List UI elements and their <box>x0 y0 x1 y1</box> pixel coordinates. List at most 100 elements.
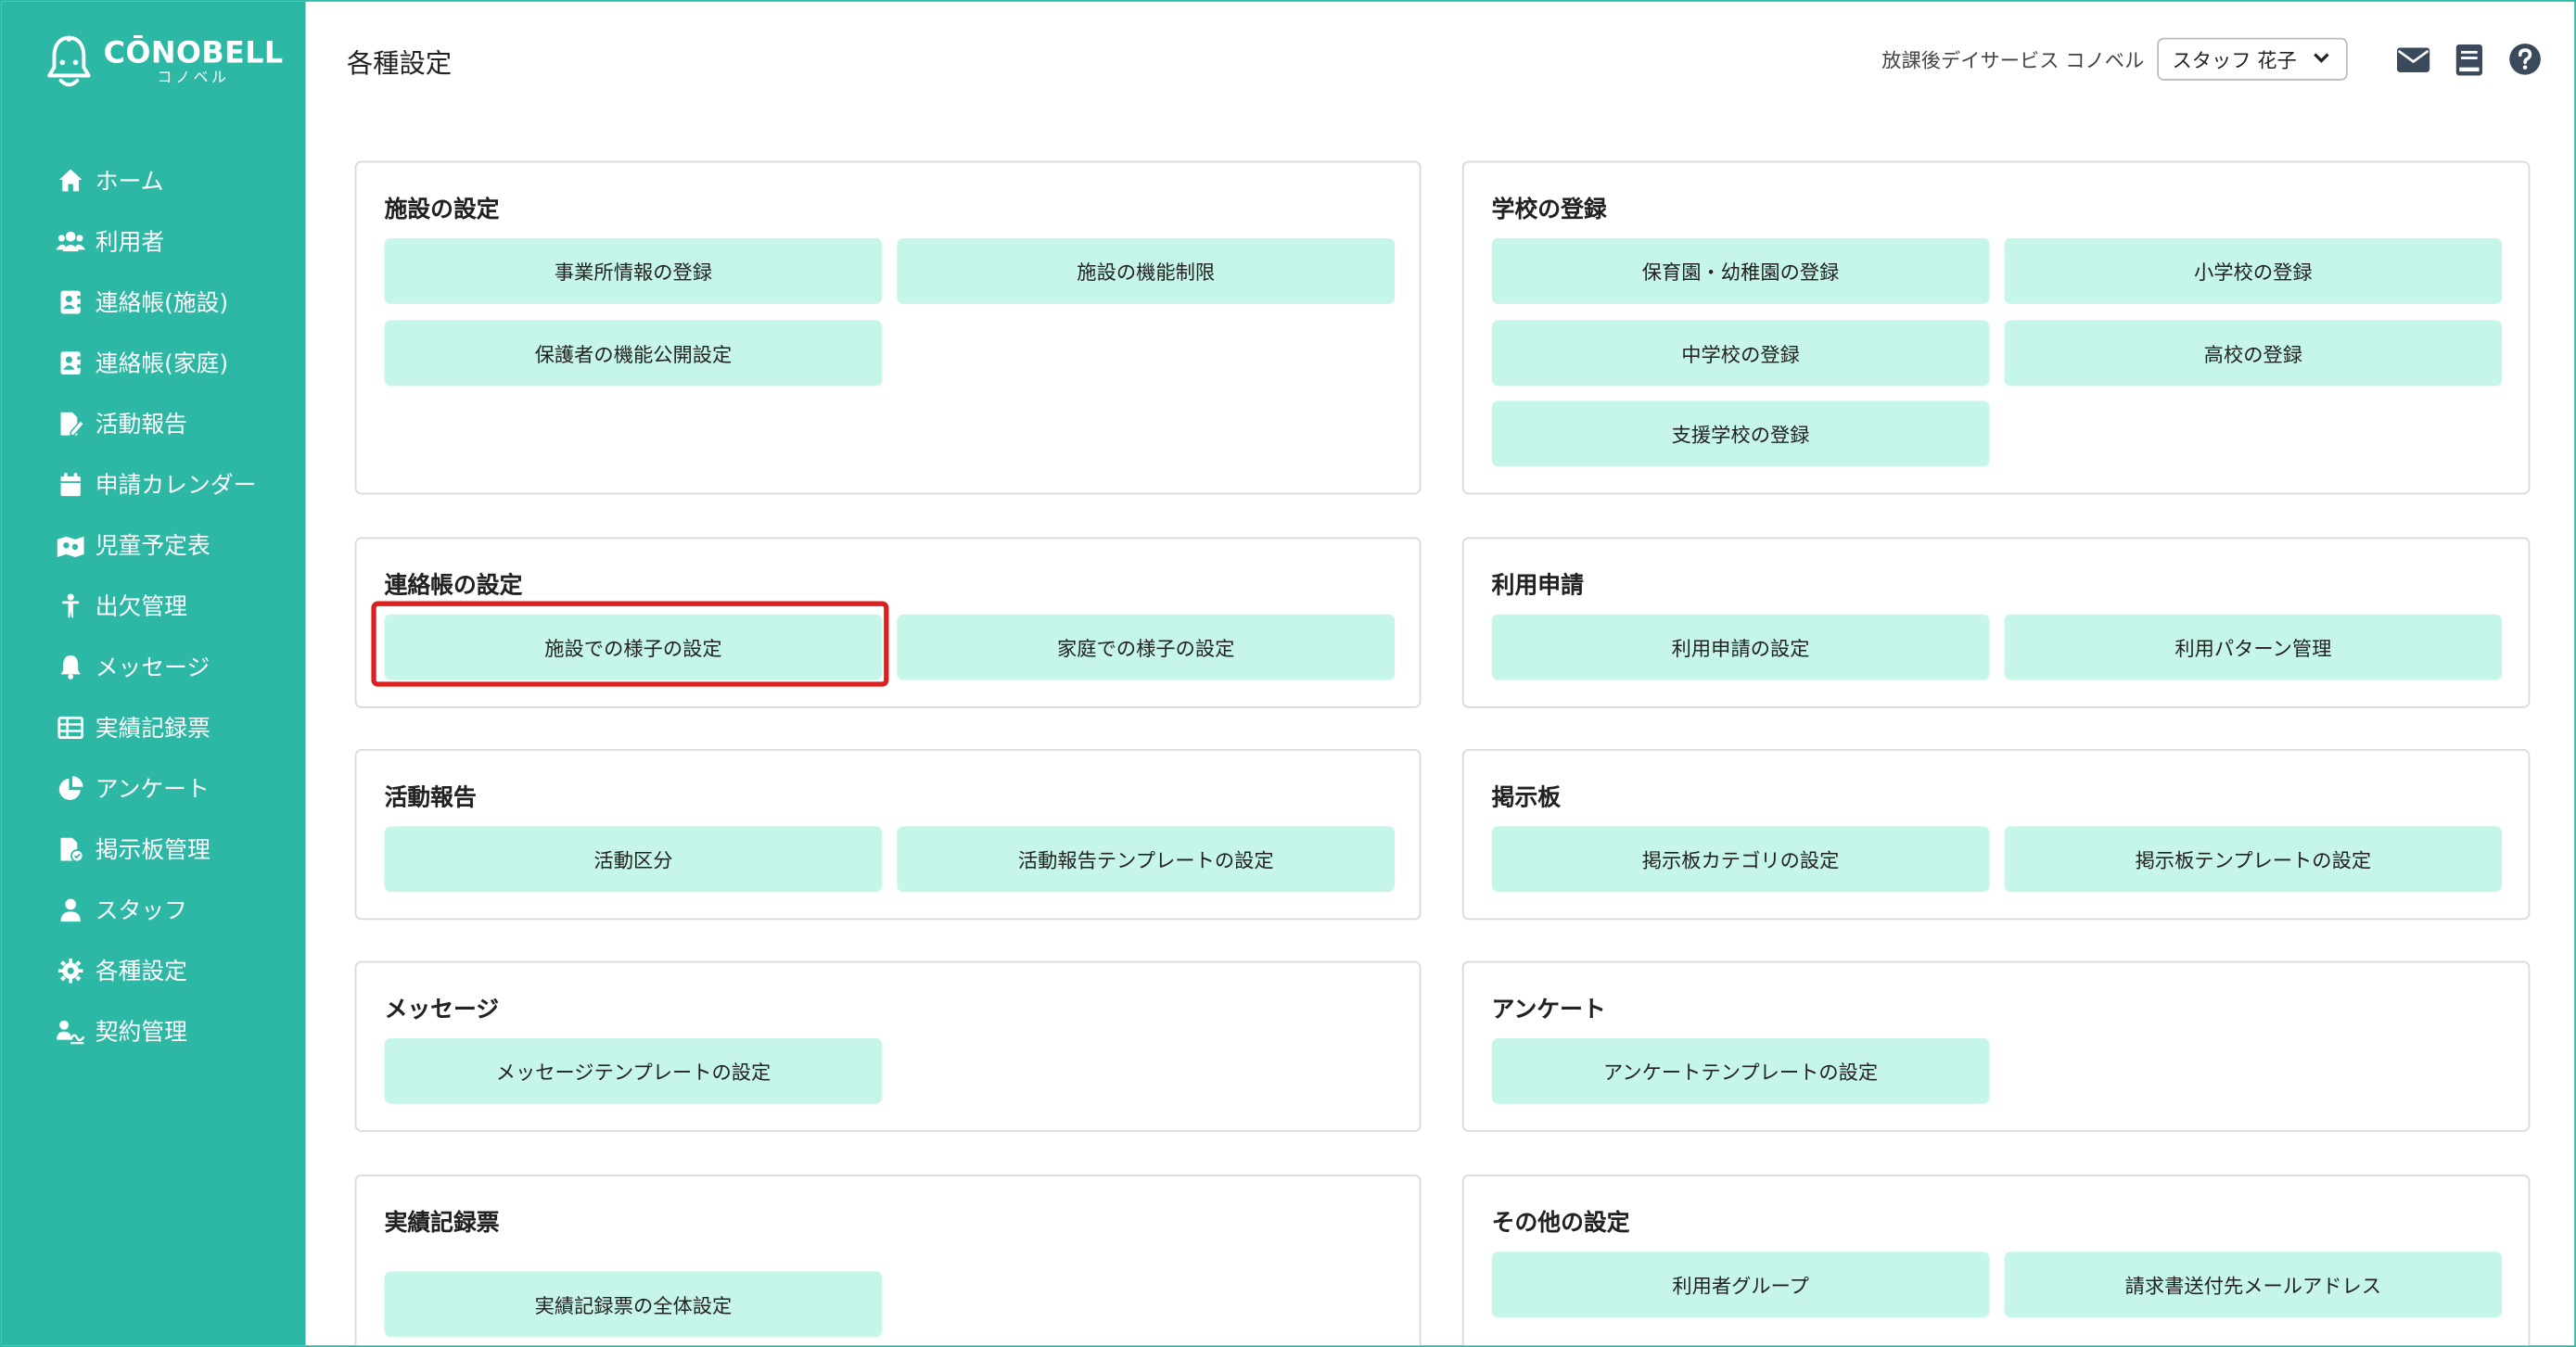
card-record: 実績記録票 実績記録票の全体設定 <box>354 1174 1422 1346</box>
schedule-icon <box>56 529 85 559</box>
bulletin-icon <box>56 833 85 863</box>
sidebar-item-child-schedule[interactable]: 児童予定表 <box>2 515 306 576</box>
sidebar: CŌNOBELL コノベル ホーム 利用者 連絡帳(施設) 連絡帳(家庭) 活動… <box>1 1 306 1346</box>
sidebar-item-label: スタッフ <box>95 897 187 924</box>
card-bulletin: 掲示板 掲示板カテゴリの設定 掲示板テンプレートの設定 <box>1461 749 2531 921</box>
sidebar-item-label: 利用者 <box>95 229 165 256</box>
sidebar-item-message[interactable]: メッセージ <box>2 636 306 697</box>
card-title: 掲示板 <box>1491 784 1562 812</box>
sidebar-item-staff[interactable]: スタッフ <box>2 879 306 940</box>
sidebar-item-label: 掲示板管理 <box>95 836 210 864</box>
staff-icon <box>56 895 85 924</box>
sidebar-item-settings[interactable]: 各種設定 <box>2 940 306 1001</box>
brand-kana: コノベル <box>157 70 230 87</box>
sidebar-item-label: 各種設定 <box>95 958 187 985</box>
manual-book-icon[interactable] <box>2453 43 2485 75</box>
gear-icon <box>56 955 85 985</box>
sidebar-item-activity-report[interactable]: 活動報告 <box>2 392 306 453</box>
card-survey: アンケート アンケートテンプレートの設定 <box>1461 960 2531 1132</box>
sidebar-item-label: 連絡帳(家庭) <box>95 350 229 377</box>
app-window: CŌNOBELL コノベル ホーム 利用者 連絡帳(施設) 連絡帳(家庭) 活動… <box>0 0 2576 1347</box>
facility-name: 放課後デイサービス コノベル <box>1881 48 2145 72</box>
home-icon <box>56 165 85 195</box>
record-general-settings-button[interactable]: 実績記録票の全体設定 <box>384 1271 883 1338</box>
sidebar-item-contract[interactable]: 契約管理 <box>2 1000 306 1061</box>
help-icon[interactable] <box>2508 43 2541 75</box>
sidebar-item-calendar[interactable]: 申請カレンダー <box>2 453 306 515</box>
pie-chart-icon <box>56 773 85 803</box>
sidebar-item-label: 活動報告 <box>95 411 187 438</box>
activity-category-button[interactable]: 活動区分 <box>384 826 883 893</box>
sidebar-item-label: 出欠管理 <box>95 593 187 620</box>
table-icon <box>56 712 85 742</box>
bulletin-template-button[interactable]: 掲示板テンプレートの設定 <box>2004 826 2503 893</box>
guardian-feature-button[interactable]: 保護者の機能公開設定 <box>384 320 883 387</box>
card-other-settings: その他の設定 利用者グループ 請求書送付先メールアドレス <box>1461 1174 2531 1346</box>
home-status-settings-button[interactable]: 家庭での様子の設定 <box>897 614 1396 680</box>
nursery-kindergarten-button[interactable]: 保育園・幼稚園の登録 <box>1491 237 1990 304</box>
card-facility-settings: 施設の設定 事業所情報の登録 施設の機能制限 保護者の機能公開設定 <box>354 160 1422 495</box>
user-select-value: スタッフ 花子 <box>2172 48 2297 72</box>
survey-template-button[interactable]: アンケートテンプレートの設定 <box>1491 1037 1990 1104</box>
card-title: 活動報告 <box>384 784 477 812</box>
sidebar-item-label: メッセージ <box>95 654 210 681</box>
card-message: メッセージ メッセージテンプレートの設定 <box>354 960 1422 1132</box>
sidebar-item-bulletin[interactable]: 掲示板管理 <box>2 818 306 879</box>
high-school-button[interactable]: 高校の登録 <box>2004 320 2503 387</box>
users-icon <box>56 226 86 256</box>
bell-logo-icon <box>47 35 91 87</box>
facility-feature-limit-button[interactable]: 施設の機能制限 <box>897 237 1396 304</box>
mail-icon[interactable] <box>2396 43 2430 75</box>
card-title: その他の設定 <box>1491 1210 1630 1238</box>
card-title: 利用申請 <box>1491 573 1584 600</box>
card-usage-request: 利用申請 利用申請の設定 利用パターン管理 <box>1461 537 2531 708</box>
contract-icon <box>56 1016 85 1046</box>
card-activity-report: 活動報告 活動区分 活動報告テンプレートの設定 <box>354 749 1422 921</box>
person-icon <box>56 591 85 620</box>
brand-name: CŌNOBELL <box>103 35 284 70</box>
sidebar-item-label: ホーム <box>95 168 164 195</box>
sidebar-item-survey[interactable]: アンケート <box>2 757 306 819</box>
bell-icon <box>56 652 85 681</box>
calendar-icon <box>56 469 85 499</box>
sidebar-nav: ホーム 利用者 連絡帳(施設) 連絡帳(家庭) 活動報告 申請カレンダー 児童予… <box>2 149 306 1061</box>
sidebar-item-label: 児童予定表 <box>95 532 210 560</box>
sidebar-item-label: 契約管理 <box>95 1019 187 1046</box>
sidebar-item-label: 申請カレンダー <box>95 472 257 499</box>
sidebar-item-label: アンケート <box>95 776 210 803</box>
page-title: 各種設定 <box>346 47 453 80</box>
sidebar-item-label: 連絡帳(施設) <box>95 289 229 317</box>
sidebar-item-label: 実績記録票 <box>95 715 210 743</box>
activity-template-button[interactable]: 活動報告テンプレートの設定 <box>897 826 1396 893</box>
elementary-school-button[interactable]: 小学校の登録 <box>2004 237 2503 304</box>
junior-high-button[interactable]: 中学校の登録 <box>1491 320 1990 387</box>
contact-book-icon <box>56 286 85 316</box>
sidebar-item-users[interactable]: 利用者 <box>2 210 306 272</box>
usage-request-settings-button[interactable]: 利用申請の設定 <box>1491 614 1990 680</box>
facility-status-settings-button[interactable]: 施設での様子の設定 <box>384 614 883 680</box>
card-contact-book-settings: 連絡帳の設定 施設での様子の設定 家庭での様子の設定 <box>354 537 1422 708</box>
sidebar-item-contact-facility[interactable]: 連絡帳(施設) <box>2 271 306 332</box>
support-school-button[interactable]: 支援学校の登録 <box>1491 400 1990 467</box>
usage-pattern-button[interactable]: 利用パターン管理 <box>2004 614 2503 680</box>
chevron-down-icon <box>2314 50 2330 68</box>
card-title: 実績記録票 <box>384 1210 500 1238</box>
card-title: 連絡帳の設定 <box>384 573 523 600</box>
sidebar-item-contact-home[interactable]: 連絡帳(家庭) <box>2 332 306 393</box>
logo[interactable]: CŌNOBELL コノベル <box>45 34 284 90</box>
user-select[interactable]: スタッフ 花子 <box>2157 37 2348 81</box>
user-group-button[interactable]: 利用者グループ <box>1491 1252 1990 1318</box>
invoice-email-button[interactable]: 請求書送付先メールアドレス <box>2004 1252 2503 1318</box>
card-title: アンケート <box>1491 997 1606 1023</box>
bulletin-category-button[interactable]: 掲示板カテゴリの設定 <box>1491 826 1990 893</box>
card-title: 学校の登録 <box>1491 197 1607 223</box>
sidebar-item-home[interactable]: ホーム <box>2 149 306 210</box>
report-edit-icon <box>56 408 85 438</box>
card-title: メッセージ <box>384 997 500 1023</box>
message-template-button[interactable]: メッセージテンプレートの設定 <box>384 1037 883 1104</box>
card-title: 施設の設定 <box>384 197 500 223</box>
sidebar-item-attendance[interactable]: 出欠管理 <box>2 575 306 636</box>
header-toolbar: 放課後デイサービス コノベル スタッフ 花子 <box>1881 37 2542 81</box>
sidebar-item-record[interactable]: 実績記録票 <box>2 696 306 757</box>
facility-info-button[interactable]: 事業所情報の登録 <box>384 237 883 304</box>
